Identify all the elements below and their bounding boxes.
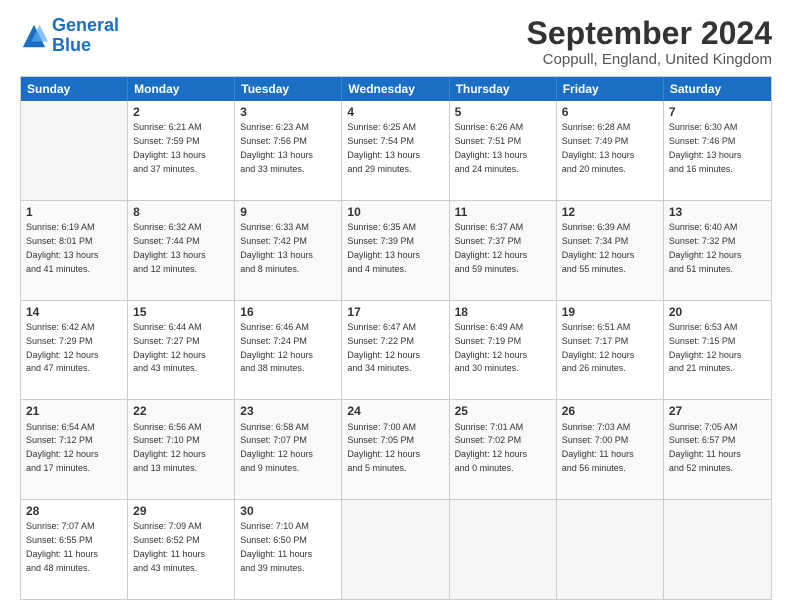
cal-cell-21: 21Sunrise: 6:54 AMSunset: 7:12 PMDayligh… <box>21 400 128 499</box>
cal-cell-4: 4Sunrise: 6:25 AMSunset: 7:54 PMDaylight… <box>342 101 449 200</box>
cal-row-3: 14Sunrise: 6:42 AMSunset: 7:29 PMDayligh… <box>21 300 771 400</box>
cal-cell-12: 12Sunrise: 6:39 AMSunset: 7:34 PMDayligh… <box>557 201 664 300</box>
cal-cell-6: 6Sunrise: 6:28 AMSunset: 7:49 PMDaylight… <box>557 101 664 200</box>
header-monday: Monday <box>128 77 235 101</box>
calendar-header: Sunday Monday Tuesday Wednesday Thursday… <box>21 77 771 101</box>
logo-text: General Blue <box>52 16 119 56</box>
main-title: September 2024 <box>527 16 772 51</box>
header-sunday: Sunday <box>21 77 128 101</box>
header-tuesday: Tuesday <box>235 77 342 101</box>
cal-cell-17: 17Sunrise: 6:47 AMSunset: 7:22 PMDayligh… <box>342 301 449 400</box>
cal-row-2: 1Sunrise: 6:19 AMSunset: 8:01 PMDaylight… <box>21 200 771 300</box>
cal-cell-empty-5d <box>664 500 771 599</box>
page: General Blue September 2024 Coppull, Eng… <box>0 0 792 612</box>
cal-cell-11: 11Sunrise: 6:37 AMSunset: 7:37 PMDayligh… <box>450 201 557 300</box>
cal-cell-13-14: 13Sunrise: 6:40 AMSunset: 7:32 PMDayligh… <box>664 201 771 300</box>
cal-cell-22: 22Sunrise: 6:56 AMSunset: 7:10 PMDayligh… <box>128 400 235 499</box>
cal-cell-empty <box>21 101 128 200</box>
header-wednesday: Wednesday <box>342 77 449 101</box>
cal-cell-19: 19Sunrise: 6:51 AMSunset: 7:17 PMDayligh… <box>557 301 664 400</box>
cal-cell-24: 24Sunrise: 7:00 AMSunset: 7:05 PMDayligh… <box>342 400 449 499</box>
cal-cell-30: 30Sunrise: 7:10 AMSunset: 6:50 PMDayligh… <box>235 500 342 599</box>
cal-row-4: 21Sunrise: 6:54 AMSunset: 7:12 PMDayligh… <box>21 399 771 499</box>
cal-row-1: 2Sunrise: 6:21 AMSunset: 7:59 PMDaylight… <box>21 101 771 200</box>
logo-blue: Blue <box>52 36 119 56</box>
cal-cell-1: 1Sunrise: 6:19 AMSunset: 8:01 PMDaylight… <box>21 201 128 300</box>
cal-cell-empty-5b <box>450 500 557 599</box>
header: General Blue September 2024 Coppull, Eng… <box>20 16 772 68</box>
calendar-body: 2Sunrise: 6:21 AMSunset: 7:59 PMDaylight… <box>21 101 771 599</box>
header-friday: Friday <box>557 77 664 101</box>
cal-cell-20: 20Sunrise: 6:53 AMSunset: 7:15 PMDayligh… <box>664 301 771 400</box>
cal-cell-29: 29Sunrise: 7:09 AMSunset: 6:52 PMDayligh… <box>128 500 235 599</box>
cal-row-5: 28Sunrise: 7:07 AMSunset: 6:55 PMDayligh… <box>21 499 771 599</box>
cal-cell-25: 25Sunrise: 7:01 AMSunset: 7:02 PMDayligh… <box>450 400 557 499</box>
cal-cell-28: 28Sunrise: 7:07 AMSunset: 6:55 PMDayligh… <box>21 500 128 599</box>
cal-cell-10: 10Sunrise: 6:35 AMSunset: 7:39 PMDayligh… <box>342 201 449 300</box>
calendar: Sunday Monday Tuesday Wednesday Thursday… <box>20 76 772 600</box>
cal-cell-empty-5c <box>557 500 664 599</box>
title-block: September 2024 Coppull, England, United … <box>527 16 772 68</box>
logo: General Blue <box>20 16 119 56</box>
logo-general: General <box>52 15 119 35</box>
cal-cell-2: 2Sunrise: 6:21 AMSunset: 7:59 PMDaylight… <box>128 101 235 200</box>
cal-cell-16: 16Sunrise: 6:46 AMSunset: 7:24 PMDayligh… <box>235 301 342 400</box>
subtitle: Coppull, England, United Kingdom <box>527 51 772 68</box>
cal-cell-empty-5a <box>342 500 449 599</box>
header-saturday: Saturday <box>664 77 771 101</box>
cal-cell-14: 14Sunrise: 6:42 AMSunset: 7:29 PMDayligh… <box>21 301 128 400</box>
cal-cell-18: 18Sunrise: 6:49 AMSunset: 7:19 PMDayligh… <box>450 301 557 400</box>
header-thursday: Thursday <box>450 77 557 101</box>
cal-cell-27: 27Sunrise: 7:05 AMSunset: 6:57 PMDayligh… <box>664 400 771 499</box>
logo-icon <box>20 22 48 50</box>
cal-cell-3: 3Sunrise: 6:23 AMSunset: 7:56 PMDaylight… <box>235 101 342 200</box>
cal-cell-8: 8Sunrise: 6:32 AMSunset: 7:44 PMDaylight… <box>128 201 235 300</box>
cal-cell-5: 5Sunrise: 6:26 AMSunset: 7:51 PMDaylight… <box>450 101 557 200</box>
cal-cell-7: 7Sunrise: 6:30 AMSunset: 7:46 PMDaylight… <box>664 101 771 200</box>
cal-cell-26: 26Sunrise: 7:03 AMSunset: 7:00 PMDayligh… <box>557 400 664 499</box>
cal-cell-9: 9Sunrise: 6:33 AMSunset: 7:42 PMDaylight… <box>235 201 342 300</box>
cal-cell-23: 23Sunrise: 6:58 AMSunset: 7:07 PMDayligh… <box>235 400 342 499</box>
cal-cell-15: 15Sunrise: 6:44 AMSunset: 7:27 PMDayligh… <box>128 301 235 400</box>
